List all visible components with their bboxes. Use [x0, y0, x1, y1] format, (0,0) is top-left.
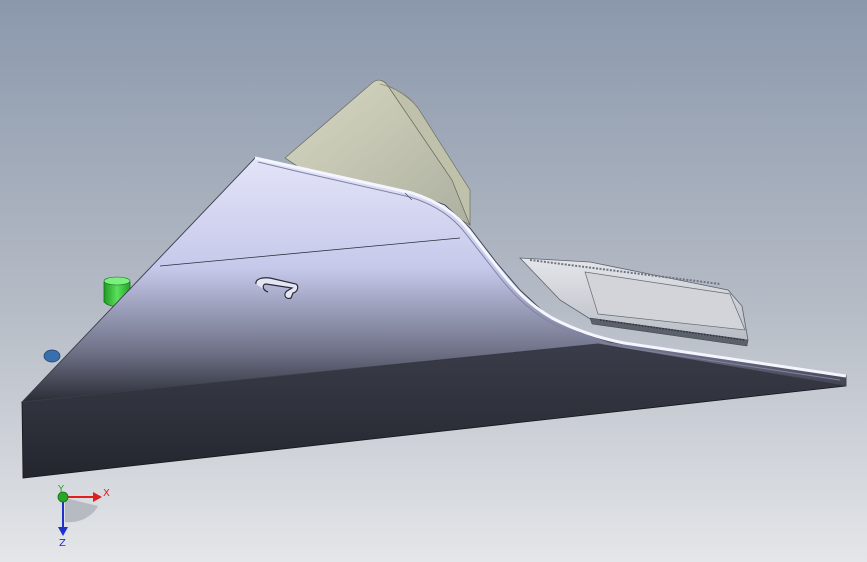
z-axis-label: Z [59, 538, 66, 549]
x-axis-label: X [103, 488, 110, 499]
model-view[interactable]: X Y Z [0, 0, 867, 562]
y-axis-label: Y [57, 484, 65, 495]
blue-knob-part[interactable] [43, 349, 61, 363]
graphics-viewport[interactable]: X Y Z [0, 0, 867, 562]
